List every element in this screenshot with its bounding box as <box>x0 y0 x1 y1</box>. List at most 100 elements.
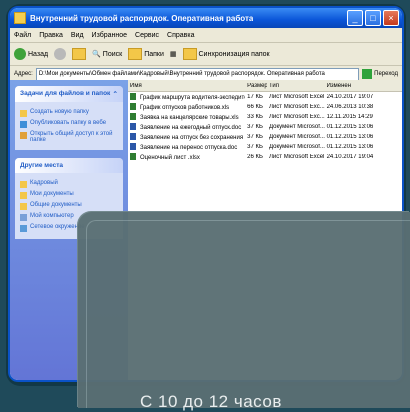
file-modified: 01.12.2015 13:06 <box>326 124 374 130</box>
place-shared-documents[interactable]: Общие документы <box>20 202 118 210</box>
toolbar: Назад 🔍 Поиск Папки ▦ Синхронизация папо… <box>10 43 402 66</box>
minimize-button[interactable]: _ <box>347 10 363 26</box>
address-label: Адрес: <box>14 71 33 77</box>
file-size: 26 КБ <box>247 154 263 160</box>
file-size: 37 КБ <box>247 124 263 130</box>
file-name: Заявление на перенос отпуска.doc <box>128 143 245 151</box>
excel-file-icon <box>130 93 136 101</box>
folder-icon <box>14 12 26 24</box>
place-kadrovyi[interactable]: Кадровый <box>20 180 118 188</box>
file-modified: 24.06.2013 10:38 <box>326 104 374 110</box>
tasks-panel-header[interactable]: Задачи для файлов и папок ⌃ <box>15 86 123 102</box>
back-arrow-icon <box>14 48 26 60</box>
task-new-folder[interactable]: Создать новую папку <box>20 109 118 117</box>
file-size: 37 КБ <box>247 134 263 140</box>
task-publish-web[interactable]: Опубликовать папку в вебе <box>20 120 118 128</box>
file-row[interactable]: График маршрута водителя-экспедитор... 17… <box>128 92 402 102</box>
excel-file-icon <box>130 103 136 111</box>
file-modified: 01.12.2015 13:06 <box>326 134 374 140</box>
file-modified: 12.11.2015 14:29 <box>326 114 373 120</box>
folder-icon <box>20 192 27 199</box>
menu-view[interactable]: Вид <box>71 32 84 39</box>
file-name: Заявление на ежегодный отпуск.doc <box>128 123 245 131</box>
tasks-panel-title: Задачи для файлов и папок <box>20 90 111 97</box>
menu-file[interactable]: Файл <box>14 32 31 39</box>
search-button[interactable]: 🔍 Поиск <box>92 50 123 59</box>
folders-button[interactable]: Папки <box>128 48 164 60</box>
sync-label: Синхронизация папок <box>198 50 270 58</box>
excel-file-icon <box>130 113 136 121</box>
col-modified[interactable]: Изменен <box>325 83 402 89</box>
up-folder-icon[interactable] <box>72 48 87 60</box>
back-button[interactable]: Назад <box>14 48 48 60</box>
word-file-icon <box>130 123 136 131</box>
file-size: 37 КБ <box>247 144 263 150</box>
places-panel-header[interactable]: Другие места <box>15 158 123 173</box>
place-my-documents[interactable]: Мои документы <box>20 191 118 199</box>
file-row[interactable]: График отпусков работников.xls 66 КБ Лист … <box>128 102 402 112</box>
network-icon <box>20 225 27 232</box>
file-type: Документ Microsof... <box>268 134 325 140</box>
menu-tools[interactable]: Сервис <box>135 32 159 39</box>
folders-label: Папки <box>144 50 164 58</box>
file-name: Заявка на канцелярские товары.xls <box>128 113 245 121</box>
file-modified: 24.10.2017 19:07 <box>326 94 374 100</box>
window-title: Внутренний трудовой распорядок. Оператив… <box>30 13 254 23</box>
computer-icon <box>20 214 27 221</box>
close-button[interactable]: × <box>383 10 399 26</box>
share-icon <box>20 132 27 139</box>
back-label: Назад <box>28 50 49 58</box>
file-row[interactable]: Заявление на перенос отпуска.doc 37 КБ Док… <box>128 142 402 152</box>
menu-edit[interactable]: Правка <box>39 32 63 39</box>
folders-icon <box>128 48 143 60</box>
new-folder-icon <box>20 110 27 117</box>
task-share-folder[interactable]: Открыть общий доступ к этой папке <box>20 131 118 143</box>
folder-icon <box>20 203 27 210</box>
file-name: График маршрута водителя-экспедитор... <box>128 93 245 101</box>
forward-button[interactable] <box>54 48 67 60</box>
go-button[interactable]: Переход <box>362 69 398 79</box>
word-file-icon <box>130 133 136 141</box>
maximize-button[interactable]: □ <box>365 10 381 26</box>
file-type: Документ Microsof... <box>268 124 325 130</box>
word-file-icon <box>130 143 136 151</box>
slide-text-box <box>78 212 410 408</box>
file-name: Оценочный лист .xlsx <box>128 153 245 161</box>
file-row[interactable]: Заявление на отпуск без сохранения за...… <box>128 132 402 142</box>
menu-favorites[interactable]: Избранное <box>92 32 127 39</box>
file-name: График отпусков работников.xls <box>128 103 245 111</box>
file-modified: 01.12.2015 13:06 <box>326 144 374 150</box>
file-type: Документ Microsof... <box>268 144 325 150</box>
slide-caption: С 10 до 12 часов <box>140 392 282 411</box>
menu-help[interactable]: Справка <box>167 32 194 39</box>
search-label: Поиск <box>102 50 123 58</box>
col-name[interactable]: Имя <box>128 83 245 89</box>
tasks-panel: Задачи для файлов и папок ⌃ Создать нову… <box>15 86 123 150</box>
publish-icon <box>20 121 27 128</box>
file-type: Лист Microsoft Exc... <box>268 114 325 120</box>
col-type[interactable]: Тип <box>267 83 325 89</box>
file-type: Лист Microsoft Excel <box>268 94 325 100</box>
file-type: Лист Microsoft Exc... <box>268 104 325 110</box>
views-icon[interactable]: ▦ <box>170 50 177 58</box>
sync-icon <box>182 48 197 60</box>
col-size[interactable]: Размер <box>245 83 267 89</box>
file-row[interactable]: Заявление на ежегодный отпуск.doc 37 КБ До… <box>128 122 402 132</box>
sync-button[interactable]: Синхронизация папок <box>182 48 270 60</box>
file-modified: 24.10.2017 19:04 <box>326 154 374 160</box>
menu-bar: Файл Правка Вид Избранное Сервис Справка <box>10 28 402 43</box>
excel-file-icon <box>130 153 136 161</box>
file-size: 17 КБ <box>247 94 263 100</box>
collapse-icon[interactable]: ⌃ <box>113 90 118 98</box>
file-size: 33 КБ <box>247 114 263 120</box>
go-arrow-icon <box>362 69 373 79</box>
go-label: Переход <box>374 71 398 77</box>
places-panel-title: Другие места <box>20 162 64 169</box>
file-row[interactable]: Оценочный лист .xlsx 26 КБ Лист Microsoft … <box>128 152 402 162</box>
file-type: Лист Microsoft Excel <box>268 154 325 160</box>
file-row[interactable]: Заявка на канцелярские товары.xls 33 КБ Ли… <box>128 112 402 122</box>
address-field[interactable]: D:\Мои документы\Обмен файлами\Кадровый\… <box>35 67 360 81</box>
title-bar: Внутренний трудовой распорядок. Оператив… <box>10 8 402 28</box>
file-size: 66 КБ <box>247 104 263 110</box>
search-icon: 🔍 <box>92 51 101 58</box>
